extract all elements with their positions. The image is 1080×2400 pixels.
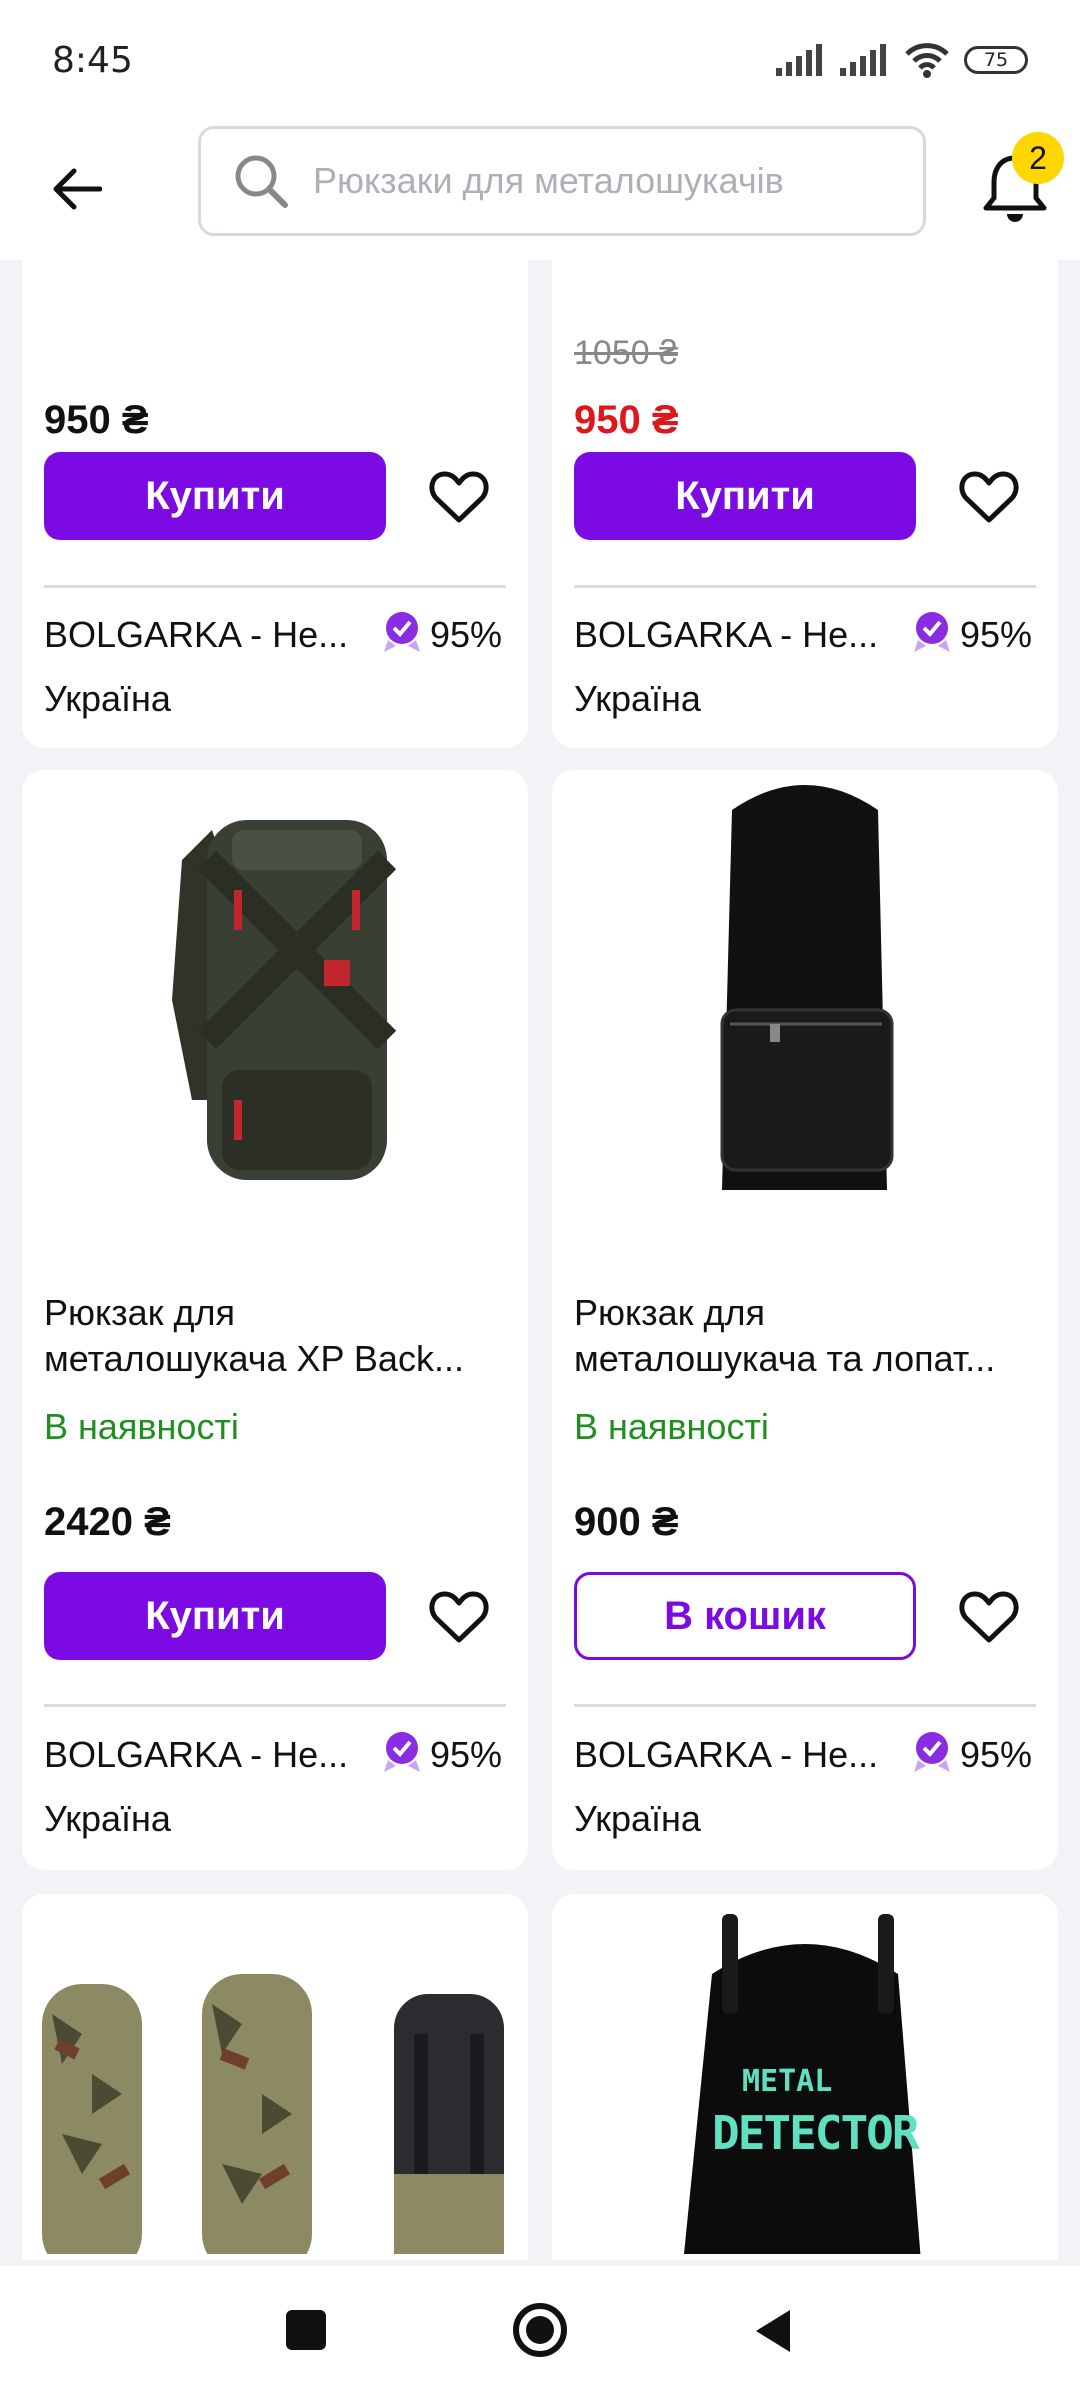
buy-button[interactable]: Купити (574, 452, 916, 540)
divider (44, 1704, 506, 1707)
wifi-icon (905, 43, 949, 78)
heart-icon[interactable] (958, 1588, 1020, 1646)
image-text: DETECTOR (712, 2106, 920, 2160)
seller-rating: 95% (430, 1734, 503, 1775)
seller-rating: 95% (960, 614, 1033, 655)
product-price: 950 ₴ (44, 398, 149, 442)
home-button[interactable] (510, 2300, 570, 2360)
product-price: 2420 ₴ (44, 1500, 171, 1544)
product-title-line: металошукача та лопат... (574, 1338, 996, 1379)
arrow-left-icon (53, 168, 102, 210)
seller-rating: 95% (960, 1734, 1033, 1775)
buy-button[interactable]: Купити (44, 1572, 386, 1660)
product-card[interactable]: METAL DETECTOR (552, 1894, 1058, 2260)
product-card[interactable]: Рюкзак для металошукача XP Back... В ная… (22, 770, 528, 1870)
battery-level: 75 (983, 49, 1009, 71)
product-title-line: Рюкзак для (44, 1292, 235, 1333)
product-card[interactable]: Рюкзак для металошукача та лопат... В на… (552, 770, 1058, 1870)
search-icon (235, 155, 288, 208)
product-title-line: Рюкзак для (574, 1292, 765, 1333)
search-placeholder: Рюкзаки для металошукачів (313, 160, 784, 201)
product-title[interactable]: Рюкзак для металошукача XP Back... (44, 1290, 514, 1382)
verified-badge-icon (914, 1732, 950, 1772)
stock-status: В наявності (44, 1406, 239, 1447)
back-nav-button[interactable] (752, 2306, 792, 2356)
verified-badge-icon (384, 612, 420, 652)
product-old-price: 1050 ₴ (574, 334, 678, 372)
status-time: 8:45 (52, 39, 133, 81)
product-card[interactable] (22, 1894, 528, 2260)
back-button[interactable] (44, 156, 110, 222)
seller-name[interactable]: BOLGARKA - Не... (44, 614, 348, 656)
divider (574, 1704, 1036, 1707)
product-price: 950 ₴ (574, 398, 679, 442)
system-nav-bar (0, 2266, 1080, 2400)
image-text: METAL (742, 2064, 833, 2099)
search-input[interactable]: Рюкзаки для металошукачів (198, 126, 926, 236)
seller-name[interactable]: BOLGARKA - Не... (574, 614, 878, 656)
notification-badge: 2 (1012, 132, 1064, 184)
verified-badge-icon (914, 612, 950, 652)
signal-icon (840, 44, 886, 76)
recent-apps-button[interactable] (286, 2310, 326, 2350)
product-price: 900 ₴ (574, 1500, 679, 1544)
stock-status: В наявності (574, 1406, 769, 1447)
product-image[interactable] (22, 770, 528, 1210)
verified-badge-icon (384, 1732, 420, 1772)
seller-country: Україна (44, 1798, 171, 1839)
heart-icon[interactable] (428, 468, 490, 526)
header: Рюкзаки для металошукачів 2 (0, 120, 1080, 260)
divider (574, 585, 1036, 588)
seller-country: Україна (574, 1798, 701, 1839)
seller-rating: 95% (430, 614, 503, 655)
product-card[interactable]: 1050 ₴ 950 ₴ Купити BOLGARKA - Не... 95%… (552, 260, 1058, 748)
status-bar: 8:45 75 (0, 0, 1080, 120)
heart-icon[interactable] (958, 468, 1020, 526)
add-to-cart-button[interactable]: В кошик (574, 1572, 916, 1660)
seller-country: Україна (44, 678, 171, 719)
seller-name[interactable]: BOLGARKA - Не... (574, 1734, 878, 1776)
buy-button[interactable]: Купити (44, 452, 386, 540)
product-title-line: металошукача XP Back... (44, 1338, 464, 1379)
seller-country: Україна (574, 678, 701, 719)
status-icons: 75 (776, 42, 1028, 78)
product-card[interactable]: 950 ₴ Купити BOLGARKA - Не... 95% Україн… (22, 260, 528, 748)
battery-icon: 75 (964, 46, 1028, 74)
product-image[interactable] (552, 770, 1058, 1210)
heart-icon[interactable] (428, 1588, 490, 1646)
seller-name[interactable]: BOLGARKA - Не... (44, 1734, 348, 1776)
product-image[interactable] (22, 1894, 528, 2254)
product-title[interactable]: Рюкзак для металошукача та лопат... (574, 1290, 1044, 1382)
product-grid: 950 ₴ Купити BOLGARKA - Не... 95% Україн… (0, 260, 1080, 2260)
divider (44, 585, 506, 588)
signal-icon (776, 44, 822, 76)
